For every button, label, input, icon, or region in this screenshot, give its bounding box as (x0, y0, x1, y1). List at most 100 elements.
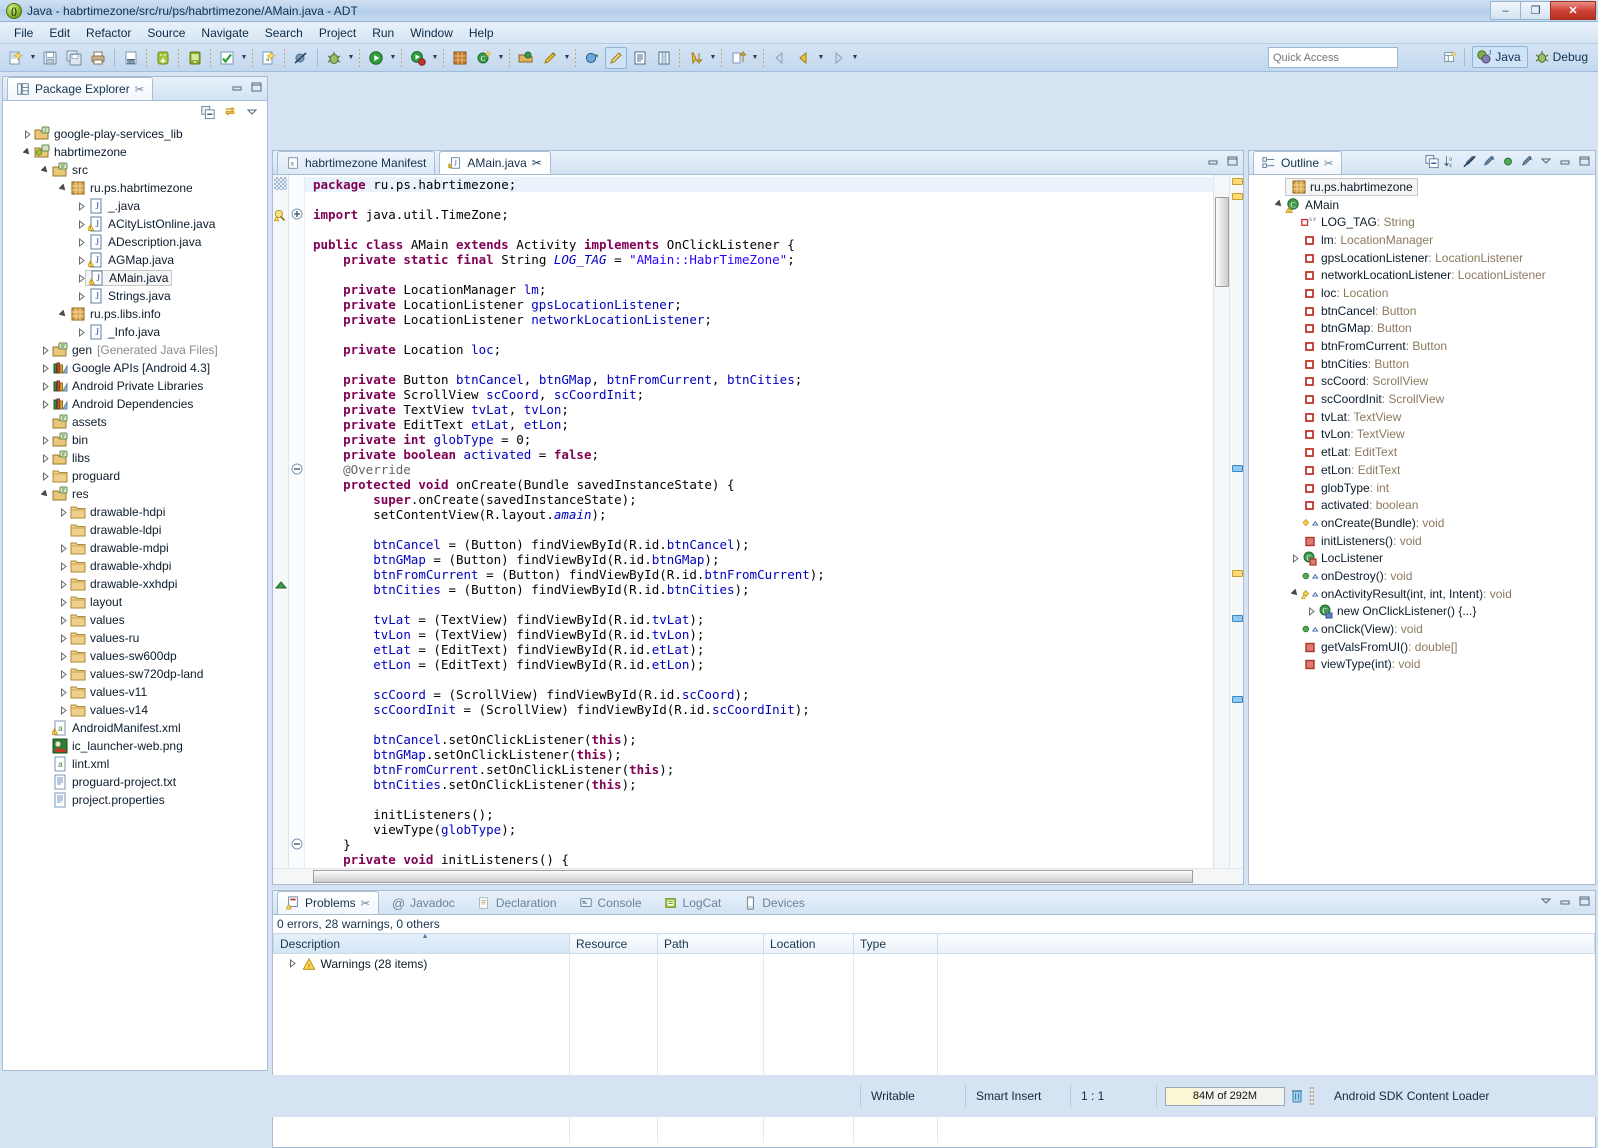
minimize-icon[interactable] (1558, 894, 1572, 908)
code-line[interactable]: btnCancel = (Button) findViewById(R.id.b… (305, 537, 1213, 552)
close-button[interactable]: ✕ (1550, 1, 1596, 20)
tree-item-gen[interactable]: gen[Generated Java Files] (3, 341, 267, 359)
maximize-button[interactable]: ❐ (1520, 1, 1551, 20)
outline-item-ondestroy-[interactable]: onDestroy() : void (1249, 567, 1595, 585)
external-tools-dropdown-icon[interactable]: ▼ (430, 47, 440, 69)
chevron-down-icon[interactable] (57, 182, 70, 195)
code-line[interactable]: btnCities = (Button) findViewById(R.id.b… (305, 582, 1213, 597)
tree-item-assets[interactable]: assets (3, 413, 267, 431)
tree-item-habrtimezone[interactable]: habrtimezone (3, 143, 267, 161)
package-explorer-window-buttons[interactable] (230, 80, 263, 94)
problems-column-path[interactable]: Path (658, 934, 764, 954)
tab-devices[interactable]: Devices (734, 891, 814, 914)
outline-item-networklocationlistener[interactable]: networkLocationListener : LocationListen… (1249, 266, 1595, 284)
scrollbar-thumb[interactable] (313, 870, 1193, 883)
code-line[interactable]: import java.util.TimeZone; (305, 207, 1213, 222)
toggle-mark-occurrences-icon[interactable] (605, 47, 627, 69)
overview-ruler[interactable] (1229, 175, 1243, 884)
problems-cell-description[interactable]: !Warnings (28 items) (274, 954, 570, 975)
code-line[interactable]: private LocationListener gpsLocationList… (305, 297, 1213, 312)
problems-column-type[interactable]: Type (854, 934, 938, 954)
tree-item-google-apis-android-4-3-[interactable]: Google APIs [Android 4.3] (3, 359, 267, 377)
tree-item-values-v11[interactable]: values-v11 (3, 683, 267, 701)
outline-item-etlat[interactable]: etLat : EditText (1249, 443, 1595, 461)
new-wizard-icon[interactable] (5, 47, 27, 69)
code-line[interactable] (305, 717, 1213, 732)
chevron-right-icon[interactable] (39, 344, 52, 357)
code-line[interactable] (305, 597, 1213, 612)
menu-help[interactable]: Help (461, 23, 502, 43)
chevron-right-icon[interactable] (57, 614, 70, 627)
maximize-icon[interactable] (1577, 894, 1591, 908)
editor-window-buttons[interactable] (1206, 154, 1239, 168)
code-line[interactable] (305, 267, 1213, 282)
tab-problems[interactable]: Problems ✂ (277, 891, 379, 914)
print-icon[interactable] (87, 47, 109, 69)
view-menu-icon[interactable] (245, 105, 259, 119)
save-all-icon[interactable] (63, 47, 85, 69)
outline-item-oncreate-bundle-[interactable]: onCreate(Bundle) : void (1249, 514, 1595, 532)
code-line[interactable]: scCoordInit = (ScrollView) findViewById(… (305, 702, 1213, 717)
folding-ruler[interactable] (289, 175, 305, 884)
new-java-class-icon[interactable]: C (473, 47, 495, 69)
code-line[interactable]: private Location loc; (305, 342, 1213, 357)
code-area[interactable]: package ru.ps.habrtimezone; import java.… (273, 175, 1243, 884)
chevron-right-icon[interactable] (57, 542, 70, 555)
code-line[interactable]: @Override (305, 462, 1213, 477)
problems-table-header[interactable]: Description▲ResourcePathLocationType (274, 934, 1595, 954)
problems-row[interactable]: !Warnings (28 items) (274, 954, 1595, 975)
outline-item-onclick-view-[interactable]: onClick(View) : void (1249, 620, 1595, 638)
code-line[interactable]: protected void onCreate(Bundle savedInst… (305, 477, 1213, 492)
chevron-right-icon[interactable] (57, 668, 70, 681)
overview-occurrence-marker[interactable] (1232, 465, 1243, 472)
editor-tab-manifest[interactable]: a habrtimezone Manifest (277, 151, 435, 174)
back-dropdown-icon[interactable]: ▼ (816, 47, 826, 69)
perspective-java[interactable]: J Java (1472, 46, 1527, 68)
previous-edit-icon[interactable] (685, 47, 707, 69)
menu-file[interactable]: File (6, 23, 41, 43)
fold-collapse-icon[interactable] (291, 463, 303, 478)
tree-item--java[interactable]: J_.java (3, 197, 267, 215)
menu-project[interactable]: Project (311, 23, 364, 43)
new-class-dropdown-icon[interactable]: ▼ (496, 47, 506, 69)
collapse-all-icon[interactable] (1425, 154, 1439, 168)
menu-search[interactable]: Search (257, 23, 311, 43)
editor-horizontal-scrollbar[interactable] (273, 868, 1243, 884)
editor-vertical-scrollbar[interactable] (1213, 175, 1229, 884)
outline-item-gpslocationlistener[interactable]: gpsLocationListener : LocationListener (1249, 249, 1595, 267)
code-line[interactable]: btnCities.setOnClickListener(this); (305, 777, 1213, 792)
block-selection-icon[interactable] (653, 47, 675, 69)
chevron-down-icon[interactable] (1289, 589, 1301, 598)
forward-icon[interactable] (827, 47, 849, 69)
chevron-down-icon[interactable] (39, 488, 52, 501)
code-line[interactable]: initListeners(); (305, 807, 1213, 822)
code-line[interactable]: public class AMain extends Activity impl… (305, 237, 1213, 252)
new-android-xml-icon[interactable]: a (258, 47, 280, 69)
maximize-icon[interactable] (1577, 154, 1591, 168)
tree-item-drawable-xxhdpi[interactable]: drawable-xxhdpi (3, 575, 267, 593)
chevron-right-icon[interactable] (39, 434, 52, 447)
next-edit-dropdown-icon[interactable]: ▼ (750, 47, 760, 69)
code-line[interactable]: private TextView tvLat, tvLon; (305, 402, 1213, 417)
tree-item-values-sw720dp-land[interactable]: values-sw720dp-land (3, 665, 267, 683)
avd-manager-icon[interactable] (184, 47, 206, 69)
outline-item-etlon[interactable]: etLon : EditText (1249, 461, 1595, 479)
chevron-right-icon[interactable] (57, 506, 70, 519)
tree-item-adescription-java[interactable]: JADescription.java (3, 233, 267, 251)
code-line[interactable]: private static final String LOG_TAG = "A… (305, 252, 1213, 267)
code-line[interactable]: } (305, 837, 1213, 852)
show-whitespace-icon[interactable] (629, 47, 651, 69)
close-icon[interactable]: ✂ (532, 156, 542, 170)
tree-item-ru-ps-libs-info[interactable]: ru.ps.libs.info (3, 305, 267, 323)
tree-item-android-private-libraries[interactable]: Android Private Libraries (3, 377, 267, 395)
tree-item-bin[interactable]: bin (3, 431, 267, 449)
outline-item-getvalsfromui-[interactable]: getValsFromUI() : double[] (1249, 638, 1595, 656)
menubar[interactable]: FileEditRefactorSourceNavigateSearchProj… (0, 22, 1598, 44)
tree-item-drawable-mdpi[interactable]: drawable-mdpi (3, 539, 267, 557)
code-line[interactable] (305, 327, 1213, 342)
outline-item-activated[interactable]: activated : boolean (1249, 496, 1595, 514)
package-explorer-toolbar[interactable] (3, 101, 267, 123)
fold-expand-icon[interactable] (291, 208, 303, 223)
minimize-icon[interactable] (1558, 154, 1572, 168)
open-perspective-icon[interactable] (1443, 50, 1457, 64)
